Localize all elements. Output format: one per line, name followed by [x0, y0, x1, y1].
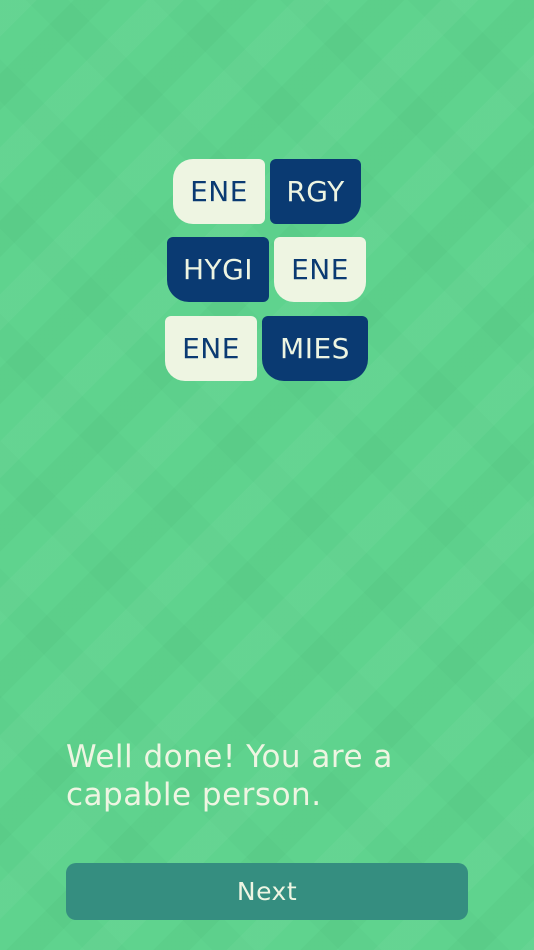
word-tile[interactable]: RGY: [270, 159, 361, 224]
word-tile-board: ENE RGY HYGI ENE ENE MIES: [0, 0, 534, 400]
next-button[interactable]: Next: [66, 863, 468, 920]
word-tile[interactable]: ENE: [165, 316, 257, 381]
word-tile[interactable]: ENE: [173, 159, 265, 224]
word-tile[interactable]: MIES: [262, 316, 368, 381]
word-tile[interactable]: ENE: [274, 237, 366, 302]
word-tile[interactable]: HYGI: [167, 237, 269, 302]
success-message: Well done! You are a capable person.: [66, 739, 393, 813]
